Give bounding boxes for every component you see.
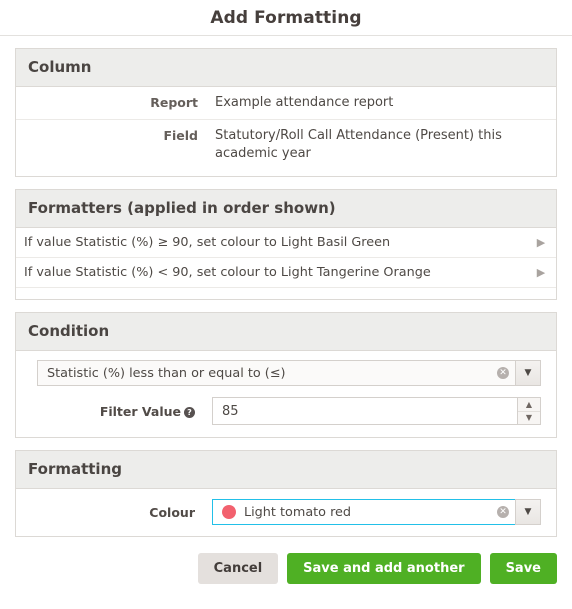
column-panel-header: Column — [16, 49, 556, 87]
table-row: Field Statutory/Roll Call Attendance (Pr… — [16, 120, 556, 176]
formatter-row-1[interactable]: If value Statistic (%) ≥ 90, set colour … — [16, 228, 556, 258]
operator-field-row: Statistic (%) less than or equal to (≤) … — [16, 360, 556, 386]
colour-field-row: Colour Light tomato red ✕ ▼ — [16, 499, 556, 525]
formatting-panel-header: Formatting — [16, 451, 556, 489]
chevron-right-icon[interactable]: ▶ — [526, 267, 556, 278]
filter-value-spinner[interactable]: ▲ ▼ — [517, 397, 541, 425]
operator-select[interactable]: Statistic (%) less than or equal to (≤) … — [37, 360, 541, 386]
formatter-row-2-label: If value Statistic (%) < 90, set colour … — [24, 265, 431, 280]
formatting-panel: Formatting Colour Light tomato red ✕ ▼ — [15, 450, 557, 537]
formatters-spacer — [16, 288, 556, 299]
field-label: Field — [163, 128, 198, 143]
save-and-add-another-button[interactable]: Save and add another — [287, 553, 481, 584]
filter-value-input[interactable]: 85 — [212, 397, 517, 425]
report-value: Example attendance report — [215, 95, 394, 110]
save-button[interactable]: Save — [489, 553, 557, 584]
dialog-header: Add Formatting — [0, 0, 572, 36]
page-title: Add Formatting — [210, 7, 362, 28]
condition-panel-header: Condition — [16, 313, 556, 351]
spinner-up-icon[interactable]: ▲ — [518, 398, 540, 412]
formatters-panel-body: If value Statistic (%) ≥ 90, set colour … — [16, 228, 556, 299]
clear-icon[interactable]: ✕ — [497, 506, 509, 518]
formatter-row-1-label: If value Statistic (%) ≥ 90, set colour … — [24, 235, 391, 250]
colour-label: Colour — [149, 504, 195, 520]
dialog-footer: Cancel Save and add another Save — [0, 537, 572, 584]
formatter-row-2[interactable]: If value Statistic (%) < 90, set colour … — [16, 258, 556, 288]
colour-select-value: Light tomato red — [244, 504, 352, 520]
clear-icon[interactable]: ✕ — [497, 367, 509, 379]
filter-value-label: Filter Value? — [22, 404, 212, 419]
condition-panel-body: Statistic (%) less than or equal to (≤) … — [16, 351, 556, 437]
column-panel-body: Report Example attendance report Field S… — [16, 87, 556, 176]
help-icon[interactable]: ? — [184, 406, 195, 418]
filter-value-row: Filter Value? 85 ▲ ▼ — [16, 397, 556, 425]
colour-swatch — [222, 505, 236, 519]
field-value: Statutory/Roll Call Attendance (Present)… — [215, 128, 502, 161]
cancel-button[interactable]: Cancel — [197, 553, 279, 584]
filter-value-label-text: Filter Value — [99, 403, 181, 419]
chevron-down-icon[interactable]: ▼ — [515, 360, 541, 386]
spinner-down-icon[interactable]: ▼ — [518, 412, 540, 425]
formatters-panel: Formatters (applied in order shown) If v… — [15, 189, 557, 300]
colour-select-field[interactable]: Light tomato red ✕ — [212, 499, 515, 525]
column-panel: Column Report Example attendance report … — [15, 48, 557, 177]
colour-select[interactable]: Light tomato red ✕ ▼ — [212, 499, 541, 525]
operator-select-field[interactable]: Statistic (%) less than or equal to (≤) … — [37, 360, 515, 386]
filter-value-stepper[interactable]: 85 ▲ ▼ — [212, 397, 541, 425]
formatters-panel-header: Formatters (applied in order shown) — [16, 190, 556, 228]
operator-select-value: Statistic (%) less than or equal to (≤) — [47, 365, 286, 381]
condition-panel: Condition Statistic (%) less than or equ… — [15, 312, 557, 438]
chevron-down-icon[interactable]: ▼ — [515, 499, 541, 525]
formatting-panel-body: Colour Light tomato red ✕ ▼ — [16, 489, 556, 536]
table-row: Report Example attendance report — [16, 87, 556, 120]
chevron-right-icon[interactable]: ▶ — [526, 237, 556, 248]
report-label: Report — [150, 95, 198, 110]
